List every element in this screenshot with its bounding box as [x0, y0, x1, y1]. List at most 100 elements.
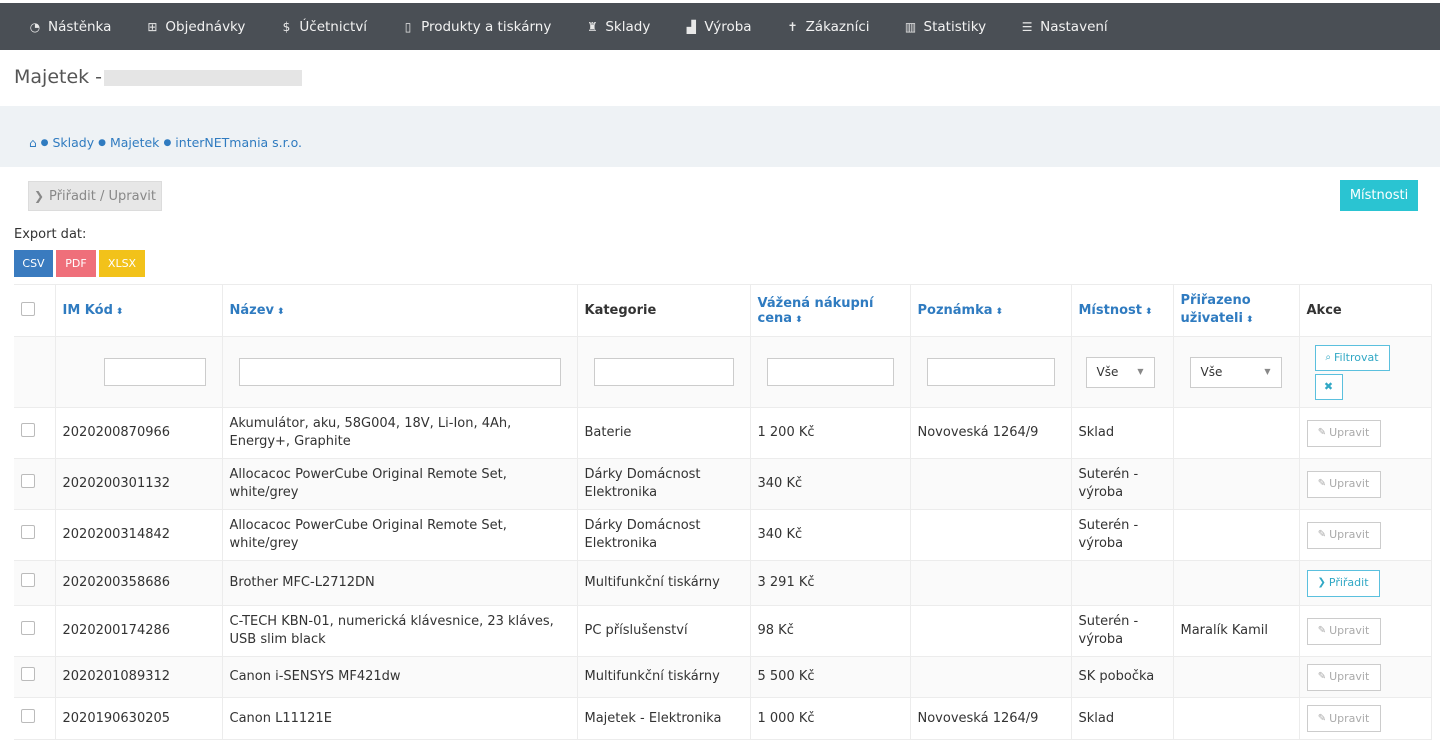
edit-button[interactable]: ✎ Upravit [1306, 705, 1381, 732]
nav-item-5[interactable]: ▟ Výroba [684, 18, 752, 35]
cell-note [910, 509, 1072, 561]
nav-item-4[interactable]: ♜ Sklady [585, 19, 650, 35]
rooms-button[interactable]: Místnosti [1340, 180, 1418, 211]
cell-name: C-TECH KBN-01, numerická klávesnice, 23 … [222, 605, 578, 657]
pencil-icon: ✎ [1317, 712, 1327, 724]
breadcrumb-item-sklady[interactable]: Sklady [52, 135, 94, 150]
nav-item-7[interactable]: ▥ Statistiky [904, 18, 987, 35]
row-checkbox[interactable] [21, 621, 35, 635]
filter-name-input[interactable] [238, 358, 561, 386]
cell-assigned: Maralík Kamil [1173, 605, 1300, 657]
nav-label: Nastavení [1040, 18, 1108, 35]
cell-note: Novoveská 1264/9 [910, 407, 1072, 459]
assign-edit-button[interactable]: ❯ Přiřadit / Upravit [28, 181, 162, 211]
export-xlsx-button[interactable]: XLSX [99, 250, 145, 277]
breadcrumb: ⌂ ● Sklady ● Majetek ● interNETmania s.r… [29, 135, 302, 150]
filter-assigned-select[interactable]: Vše ▼ [1189, 356, 1282, 388]
nav-item-6[interactable]: ✝ Zákazníci [786, 19, 870, 35]
header-code[interactable]: IM Kód ⬍ [55, 284, 223, 337]
edit-button[interactable]: ✎ Upravit [1306, 663, 1381, 691]
row-checkbox[interactable] [21, 667, 35, 681]
edit-button[interactable]: ✎ Upravit [1306, 617, 1381, 645]
header-name[interactable]: Název ⬍ [222, 284, 578, 337]
nav-label: Výroba [704, 18, 752, 35]
pencil-icon: ✎ [1317, 427, 1327, 438]
cell-category: Baterie [577, 407, 751, 459]
nav-label: Statistiky [923, 18, 987, 35]
select-all-checkbox[interactable] [21, 301, 35, 316]
home-icon[interactable]: ⌂ [29, 136, 37, 150]
cell-name: Brother MFC-L2712DN [222, 560, 578, 606]
row-select-cell [14, 697, 56, 740]
sort-icon: ⬍ [1144, 307, 1153, 317]
assets-table: IM Kód ⬍ Název ⬍ Kategorie Vážená nákupní … [14, 284, 1432, 740]
cell-category: Majetek - Elektronika [577, 697, 751, 740]
cell-actions: ✎ Upravit [1299, 407, 1432, 459]
nav-label: Nástěnka [48, 18, 112, 35]
cell-price: 5 500 Kč [750, 656, 911, 698]
edit-button[interactable]: ✎ Upravit [1306, 419, 1381, 447]
breadcrumb-separator: ● [163, 137, 172, 148]
cell-actions: ✎ Upravit [1299, 656, 1432, 698]
cell-code: 2020190630205 [55, 697, 223, 740]
header-assigned[interactable]: Přiřazeno uživateli ⬍ [1173, 284, 1300, 337]
header-price[interactable]: Vážená nákupní cena ⬍ [750, 284, 911, 337]
sort-icon: ⬍ [795, 314, 803, 325]
table-row: 2020190630205 Canon L11121E Majetek - Elek… [14, 697, 1432, 740]
pencil-icon: ✎ [1317, 529, 1327, 540]
row-checkbox[interactable] [21, 474, 35, 488]
cell-category: Dárky Domácnost Elektronika [577, 509, 751, 561]
cell-assigned [1173, 656, 1300, 698]
row-checkbox[interactable] [21, 525, 35, 539]
cell-actions: ✎ Upravit [1299, 605, 1432, 657]
filter-note-input[interactable] [926, 358, 1055, 386]
breadcrumb-separator: ● [40, 137, 49, 148]
row-select-cell [14, 560, 56, 606]
file-icon: ▯ [404, 19, 412, 34]
pencil-icon: ✎ [1317, 625, 1327, 636]
cell-actions: ✎ Upravit [1299, 509, 1432, 561]
breadcrumb-item-majetek[interactable]: Majetek [110, 135, 159, 150]
row-checkbox[interactable] [21, 708, 35, 723]
breadcrumb-item-company[interactable]: interNETmania s.r.o. [175, 135, 302, 150]
redacted-title-part [104, 70, 302, 86]
nav-label: Produkty a tiskárny [421, 18, 552, 35]
content-panel: ❯ Přiřadit / Upravit Místnosti Export da… [0, 167, 1440, 753]
nav-item-3[interactable]: ▯ Produkty a tiskárny [401, 18, 552, 35]
cell-note: Novoveská 1264/9 [910, 697, 1072, 740]
clear-filter-button[interactable]: ✖ [1314, 373, 1343, 400]
assign-button[interactable]: ❯ Přiřadit [1306, 569, 1380, 597]
cell-assigned [1173, 697, 1300, 740]
header-room[interactable]: Místnost ⬍ [1071, 284, 1174, 337]
row-checkbox[interactable] [21, 423, 35, 437]
cell-category: Multifunkční tiskárny [577, 560, 751, 606]
filter-category-input[interactable] [593, 358, 734, 386]
sort-icon: ⬍ [995, 307, 1004, 317]
edit-button[interactable]: ✎ Upravit [1306, 470, 1381, 498]
filter-button[interactable]: ⌕ Filtrovat [1314, 344, 1390, 371]
cell-code: 2020200301132 [55, 458, 223, 510]
nav-item-0[interactable]: ◔ Nástěnka [28, 18, 112, 35]
row-checkbox[interactable] [21, 573, 35, 587]
filter-code-input[interactable] [103, 358, 206, 386]
filter-room-select[interactable]: Vše ▼ [1085, 356, 1155, 388]
nav-label: Sklady [605, 18, 651, 35]
export-csv-button[interactable]: CSV [14, 250, 53, 277]
cell-price: 3 291 Kč [750, 560, 911, 606]
nav-item-1[interactable]: ⊞ Objednávky [145, 19, 245, 35]
cell-note [910, 656, 1072, 698]
pencil-icon: ✎ [1317, 671, 1327, 682]
pencil-icon: ✎ [1317, 478, 1327, 489]
nav-item-8[interactable]: ☰ Nastavení [1020, 19, 1108, 35]
header-note[interactable]: Poznámka ⬍ [910, 284, 1072, 337]
cell-room: Suterén - výroba [1071, 458, 1174, 510]
cell-room: Suterén - výroba [1071, 605, 1174, 657]
cell-category: Multifunkční tiskárny [577, 656, 751, 698]
nav-item-2[interactable]: $ Účetnictví [279, 19, 368, 35]
edit-button[interactable]: ✎ Upravit [1306, 521, 1381, 549]
cell-code: 2020200174286 [55, 605, 223, 657]
cell-name: Canon L11121E [222, 697, 578, 740]
export-pdf-button[interactable]: PDF [56, 250, 96, 277]
filter-price-input[interactable] [766, 358, 894, 386]
cart-icon: ⊞ [147, 19, 158, 34]
